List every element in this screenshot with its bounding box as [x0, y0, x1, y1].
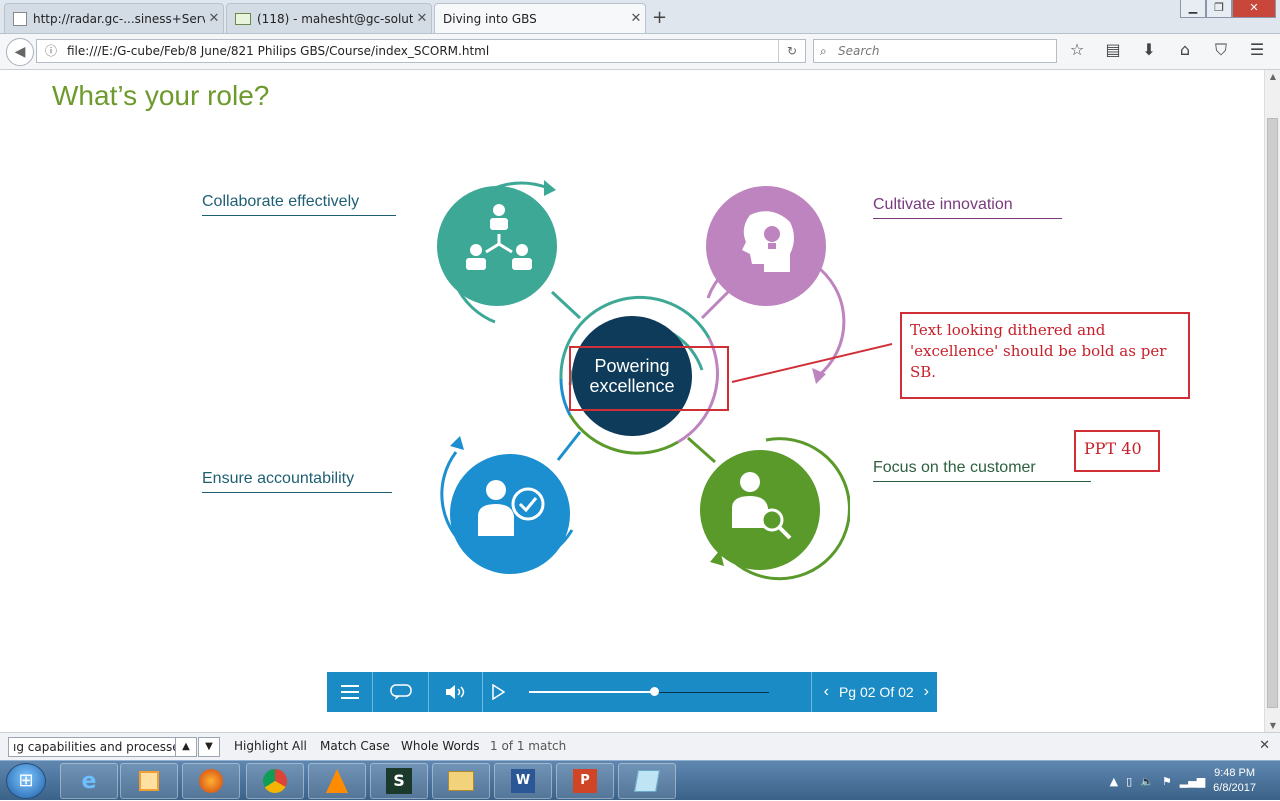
tab-diving-into-gbs[interactable]: Diving into GBS ✕ — [434, 3, 646, 33]
play-icon — [492, 684, 505, 700]
next-page-icon[interactable]: › — [924, 683, 929, 701]
snagit-icon[interactable]: S — [370, 763, 428, 799]
pocket-icon[interactable]: ⛉ — [1210, 40, 1232, 60]
mail-icon — [235, 12, 251, 25]
find-next-button[interactable]: ▼ — [198, 737, 220, 757]
vlc-icon[interactable] — [308, 763, 366, 799]
start-button[interactable]: ⊞ — [6, 763, 46, 799]
tab-title: (118) - mahesht@gc-soluti... — [257, 11, 413, 26]
search-input[interactable]: ⌕ Search — [813, 39, 1057, 63]
accountability-node[interactable] — [440, 436, 574, 574]
scroll-down-icon[interactable]: ▼ — [1265, 721, 1280, 730]
whole-words-option[interactable]: Whole Words — [401, 739, 479, 753]
pager: ‹ Pg 02 Of 02 › — [810, 672, 929, 712]
download-icon[interactable]: ⬇ — [1138, 40, 1160, 60]
tab-mail[interactable]: (118) - mahesht@gc-soluti... ✕ — [226, 3, 432, 33]
firefox-icon[interactable] — [182, 763, 240, 799]
customer-node[interactable] — [700, 437, 850, 581]
reload-icon[interactable]: ↻ — [777, 40, 797, 62]
close-icon[interactable]: ✕ — [1259, 738, 1270, 753]
url-text: file:///E:/G-cube/Feb/8 June/821 Philips… — [67, 44, 490, 58]
word-icon[interactable]: W — [494, 763, 552, 799]
menu-icon[interactable]: ☰ — [1246, 40, 1268, 60]
volume-icon[interactable]: 🔈 — [1140, 775, 1154, 788]
audio-button[interactable] — [429, 672, 483, 712]
nav-bar: ◀ ⓘ file:///E:/G-cube/Feb/8 June/821 Phi… — [0, 34, 1280, 70]
toolbar-icons: ☆ ▤ ⬇ ⌂ ⛉ ☰ — [1066, 40, 1268, 60]
window-close-button[interactable]: ✕ — [1232, 0, 1276, 18]
label-ensure-accountability[interactable]: Ensure accountability — [202, 470, 392, 493]
page-content: What’s your role? Collaborate effectivel… — [0, 70, 1264, 732]
scrollbar-thumb[interactable] — [1267, 118, 1278, 708]
speech-bubble-icon — [389, 684, 412, 700]
find-bar: ıg capabilities and processes? ▲ ▼ Highl… — [0, 732, 1280, 760]
label-focus-on-customer[interactable]: Focus on the customer — [873, 459, 1091, 482]
find-input[interactable]: ıg capabilities and processes? — [8, 737, 176, 757]
ppt-tag: PPT 40 — [1074, 430, 1160, 472]
find-previous-button[interactable]: ▲ — [175, 737, 197, 757]
progress-slider[interactable] — [529, 672, 769, 712]
clock-time: 9:48 PM — [1214, 767, 1256, 779]
close-icon[interactable]: ✕ — [413, 11, 431, 26]
tab-radar[interactable]: http://radar.gc-...siness+Services ✕ — [4, 3, 224, 33]
chrome-icon[interactable] — [246, 763, 304, 799]
back-button[interactable]: ◀ — [6, 38, 34, 66]
action-center-icon[interactable]: ⚑ — [1162, 775, 1172, 788]
close-icon[interactable]: ✕ — [627, 11, 645, 26]
home-icon[interactable]: ⌂ — [1174, 40, 1196, 60]
system-tray: ▲ ▯ 🔈 ⚑ ▂▄▆ 9:48 PM 6/8/2017 — [1110, 761, 1280, 801]
play-button[interactable] — [483, 672, 513, 712]
info-icon[interactable]: ⓘ — [45, 40, 57, 62]
media-player-icon[interactable] — [120, 763, 178, 799]
menu-button[interactable] — [327, 672, 373, 712]
page-title: What’s your role? — [52, 80, 270, 111]
maximize-button[interactable]: ❐ — [1206, 0, 1232, 18]
powerpoint-icon[interactable]: P — [556, 763, 614, 799]
course-player-bar: ‹ Pg 02 Of 02 › — [327, 672, 937, 712]
progress-handle[interactable] — [649, 687, 659, 696]
scroll-up-icon[interactable]: ▲ — [1265, 72, 1280, 81]
internet-explorer-icon[interactable]: e — [60, 763, 118, 799]
prev-page-icon[interactable]: ‹ — [824, 683, 829, 701]
collaborate-node[interactable] — [437, 180, 557, 324]
notes-icon[interactable] — [618, 763, 676, 799]
clock[interactable]: 9:48 PM 6/8/2017 — [1213, 766, 1256, 796]
tab-title: http://radar.gc-...siness+Services — [33, 11, 205, 26]
highlight-all-option[interactable]: Highlight All — [234, 739, 307, 753]
label-collaborate-effectively[interactable]: Collaborate effectively — [202, 193, 396, 216]
hamburger-icon — [340, 685, 359, 699]
reading-list-icon[interactable]: ▤ — [1102, 40, 1124, 60]
review-comment-box: Text looking dithered and 'excellence' s… — [900, 312, 1190, 399]
file-explorer-icon[interactable] — [432, 763, 490, 799]
battery-icon[interactable]: ▯ — [1126, 775, 1132, 788]
annotation-connector — [731, 343, 893, 383]
minimize-button[interactable]: ▁ — [1180, 0, 1206, 18]
page-icon — [13, 11, 27, 26]
transcript-button[interactable] — [373, 672, 429, 712]
network-icon[interactable]: ▂▄▆ — [1180, 775, 1205, 788]
center-label-line1: Powering — [594, 356, 669, 376]
tab-strip: http://radar.gc-...siness+Services ✕ (11… — [0, 0, 1280, 34]
new-tab-button[interactable]: + — [652, 7, 667, 28]
window-controls: ▁ ❐ ✕ — [1180, 0, 1276, 18]
center-label-line2: excellence — [589, 376, 674, 396]
label-cultivate-innovation[interactable]: Cultivate innovation — [873, 196, 1062, 219]
page-indicator: Pg 02 Of 02 — [838, 684, 914, 700]
tab-title: Diving into GBS — [443, 11, 537, 26]
match-case-option[interactable]: Match Case — [320, 739, 390, 753]
taskbar: ⊞ e S W P ▲ ▯ 🔈 ⚑ ▂▄▆ 9:48 PM 6/8/2017 — [0, 760, 1280, 800]
close-icon[interactable]: ✕ — [205, 11, 223, 26]
search-placeholder: Search — [838, 44, 880, 58]
search-icon: ⌕ — [820, 44, 827, 58]
show-hidden-icons-icon[interactable]: ▲ — [1110, 775, 1118, 788]
clock-date: 6/8/2017 — [1213, 782, 1256, 794]
vertical-scrollbar[interactable]: ▲ ▼ — [1264, 70, 1280, 732]
speaker-icon — [445, 685, 464, 699]
progress-fill — [529, 691, 654, 693]
url-bar[interactable]: ⓘ file:///E:/G-cube/Feb/8 June/821 Phili… — [36, 39, 806, 63]
bookmark-star-icon[interactable]: ☆ — [1066, 40, 1088, 60]
find-status: 1 of 1 match — [490, 739, 567, 753]
